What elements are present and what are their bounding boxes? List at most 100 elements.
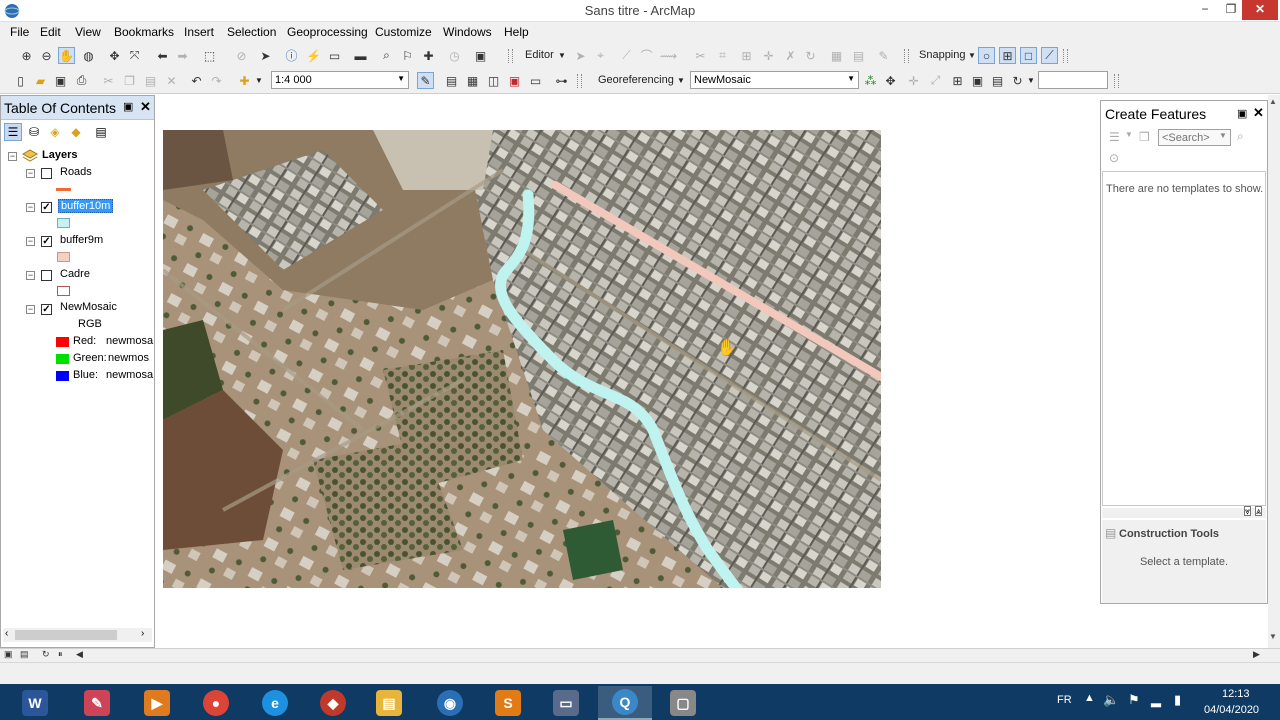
layer-name-buffer10m[interactable]: buffer10m [58,199,114,213]
straight-segment-icon[interactable]: ⟋ [618,47,635,64]
print-icon[interactable]: ⎙ [73,72,90,89]
taskbar-internet-explorer[interactable]: e [248,686,302,720]
taskbar-chrome[interactable]: ● [189,686,243,720]
paste-icon[interactable]: ▤ [142,72,159,89]
collapse-split-icon[interactable]: ⩔ [1244,506,1252,516]
buffer9m-collapse-icon[interactable]: − [26,237,35,246]
end-snapping-icon[interactable]: ⊞ [999,47,1016,64]
toolbar-grip[interactable] [577,74,582,88]
table-of-contents-icon[interactable]: ▤ [443,72,460,89]
flag-icon[interactable]: ⚑ [1128,692,1140,708]
model-builder-icon[interactable]: ⊶ [553,72,570,89]
snapping-dropdown[interactable]: Snapping [919,49,966,61]
list-by-drawing-order-icon[interactable]: ☰ [4,123,22,141]
undo-icon[interactable]: ↶ [188,72,205,89]
go-forward-icon[interactable]: ➡ [174,47,191,64]
map-display[interactable]: ✋ [157,95,1097,648]
tray-expand-icon[interactable]: ▲ [1084,692,1095,704]
rotate-display-icon[interactable]: ↻ [1009,72,1026,89]
volume-icon[interactable]: 🔈 [1103,692,1119,708]
menu-edit[interactable]: Edit [40,25,61,39]
move-icon[interactable]: ✛ [760,47,777,64]
georeferencing-dropdown[interactable]: Georeferencing [598,74,674,86]
pause-drawing-icon[interactable]: ⏸ [58,649,63,660]
buffer10m-collapse-icon[interactable]: − [26,203,35,212]
taskbar-pdf-reader[interactable]: ◆ [306,686,360,720]
taskbar-arcmap[interactable]: Q [598,686,652,720]
scroll-up-icon[interactable]: ▲ [1269,97,1277,106]
viewer-icon[interactable]: ▣ [969,72,986,89]
menu-selection[interactable]: Selection [227,25,276,39]
select-by-rectangle-icon[interactable]: ⬚ [201,47,218,64]
edge-snapping-icon[interactable]: ⟋ [1041,47,1058,64]
search-icon[interactable]: ⌕ [1237,129,1244,144]
cadre-visibility-checkbox[interactable] [41,270,52,281]
taskbar-media-player[interactable]: ▶ [130,686,184,720]
auto-hide-icon[interactable]: ▣ [1237,107,1247,120]
map-horizontal-scrollbar[interactable] [90,651,1240,661]
arctoolbox-icon[interactable]: ▣ [506,72,523,89]
panel-splitter[interactable]: ⩔ ⩓ [1102,506,1266,518]
menu-help[interactable]: Help [504,25,529,39]
menu-file[interactable]: File [10,25,29,39]
layer-name-newmosaic[interactable]: NewMosaic [60,301,117,313]
endpoint-arc-icon[interactable]: ⌒ [638,47,655,64]
options-icon[interactable]: ▤ [92,123,110,141]
toc-close-icon[interactable]: ✕ [140,99,151,115]
map-vertical-scrollbar[interactable]: ▲ ▼ [1268,95,1280,648]
clear-search-icon[interactable]: ⊙ [1109,151,1119,165]
power-icon[interactable]: ▮ [1174,692,1181,708]
scroll-right-icon[interactable]: › [141,628,144,639]
control-points-table-icon[interactable]: ⊞ [949,72,966,89]
roads-visibility-checkbox[interactable] [41,168,52,179]
chevron-down-icon[interactable]: ▼ [1125,130,1133,139]
rotate-icon[interactable]: ↻ [802,47,819,64]
find-route-icon[interactable]: ⚐ [399,47,416,64]
cut-polygons-icon[interactable]: ⊞ [738,47,755,64]
newmosaic-collapse-icon[interactable]: − [26,305,35,314]
fixed-zoom-out-icon[interactable]: ⤧ [126,47,143,64]
refresh-icon[interactable]: ↻ [42,649,50,660]
scroll-left-icon[interactable]: ◀ [76,649,83,660]
menu-windows[interactable]: Windows [443,25,492,39]
chevron-down-icon[interactable]: ▼ [847,74,855,83]
html-popup-icon[interactable]: ▭ [326,47,343,64]
editor-dropdown[interactable]: Editor [525,49,554,61]
toolbar-grip[interactable] [508,49,513,63]
cadre-fill-symbol[interactable] [57,286,70,296]
trace-icon[interactable]: ⟿ [660,47,677,64]
clock-date[interactable]: 04/04/2020 [1204,704,1259,716]
template-properties-icon[interactable]: ❐ [1139,130,1150,144]
search-window-icon[interactable]: ◫ [485,72,502,89]
taskbar-file-explorer[interactable]: ▤ [362,686,416,720]
vertex-snapping-icon[interactable]: □ [1020,47,1037,64]
chevron-down-icon[interactable]: ▼ [397,74,405,83]
clock-time[interactable]: 12:13 [1222,688,1250,700]
georeferencing-layer-combo[interactable]: NewMosaic ▼ [690,71,859,89]
red-band-swatch[interactable] [56,337,69,347]
scroll-right-icon[interactable]: ▶ [1253,649,1260,660]
map-scale-combo[interactable]: 1:4 000 ▼ [271,71,409,89]
menu-insert[interactable]: Insert [184,25,214,39]
copy-icon[interactable]: ❐ [121,72,138,89]
layout-view-icon[interactable]: ▤ [20,649,29,660]
green-band-swatch[interactable] [56,354,69,364]
scroll-left-icon[interactable]: ‹ [5,628,8,639]
attributes-icon[interactable]: ▦ [828,47,845,64]
cut-icon[interactable]: ✂ [100,72,117,89]
pan-icon[interactable]: ✋ [58,47,75,64]
rotate-georef-icon[interactable]: ✥ [882,72,899,89]
taskbar-network-app[interactable]: ▭ [539,686,593,720]
create-features-toggle-icon[interactable]: ✎ [875,47,892,64]
newmosaic-visibility-checkbox[interactable]: ✓ [41,304,52,315]
menu-view[interactable]: View [75,25,101,39]
list-by-visibility-icon[interactable]: ◈ [46,123,64,141]
data-view-icon[interactable]: ▣ [4,649,13,660]
find-icon[interactable]: ⌕ [378,47,395,64]
add-control-points-icon[interactable]: ⁂ [862,72,879,89]
buffer10m-visibility-checkbox[interactable]: ✓ [41,202,52,213]
layer-name-buffer9m[interactable]: buffer9m [60,234,103,246]
python-window-icon[interactable]: ▭ [527,72,544,89]
auto-hide-icon[interactable]: ▣ [123,100,133,113]
chevron-down-icon[interactable]: ▼ [558,51,566,60]
